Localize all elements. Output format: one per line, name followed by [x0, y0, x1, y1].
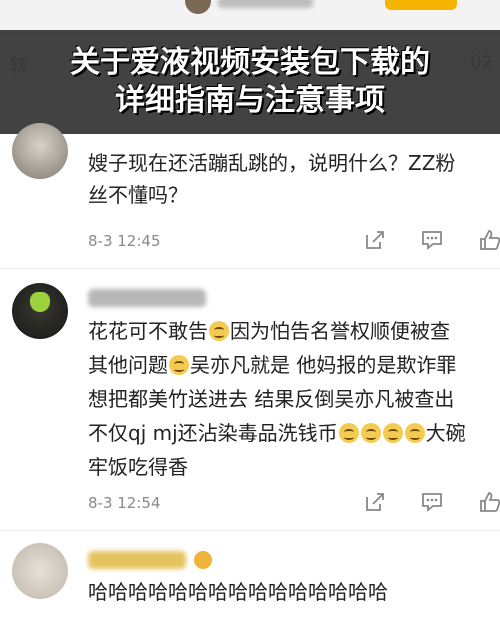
emoji-icon: [360, 423, 381, 443]
comment-icon[interactable]: [421, 229, 443, 251]
top-avatar[interactable]: [185, 0, 211, 14]
comment-text-line: 其他问题 吴亦凡就是 他妈报的是欺诈罪: [88, 353, 457, 377]
comment-text-line: 不仅qj mj还沾染毒品洗钱币 大碗: [88, 421, 466, 445]
avatar[interactable]: [12, 543, 68, 599]
username-blurred: [88, 551, 186, 569]
avatar[interactable]: [12, 123, 68, 179]
comment-text-line: 想把都美竹送进去 结果反倒吴亦凡被查出: [88, 387, 455, 411]
divider: [0, 268, 500, 269]
banner-title-line-2: 详细指南与注意事项: [115, 83, 385, 118]
comment-text-line: 牢饭吃得香: [88, 455, 188, 479]
avatar[interactable]: [12, 283, 68, 339]
comment-timestamp: 8-3 12:54: [88, 494, 161, 512]
emoji-icon: [209, 321, 229, 341]
username-blurred: [88, 289, 206, 307]
badge-icon: [194, 551, 212, 569]
comment-text-line: 丝不懂吗？: [88, 183, 188, 207]
comment-text-line: 哈哈哈哈哈哈哈哈哈哈哈哈哈哈哈: [88, 580, 388, 604]
share-icon[interactable]: [364, 491, 386, 513]
comment-text-line: 花花可不敢告 因为怕告名誉权顺便被查: [88, 319, 450, 343]
top-username-blurred: [218, 0, 313, 8]
banner-title-line-1: 关于爱液视频安装包下载的: [70, 45, 430, 80]
comment-icon[interactable]: [421, 491, 443, 513]
title-banner: 关于爱液视频安装包下载的 详细指南与注意事项: [0, 30, 500, 134]
thumbs-up-icon[interactable]: [479, 229, 500, 251]
share-icon[interactable]: [364, 229, 386, 251]
emoji-icon: [382, 423, 403, 443]
thumbs-up-icon[interactable]: [479, 491, 500, 513]
follow-button[interactable]: [385, 0, 457, 10]
comment-text-line: 嫂子现在还活蹦乱跳的，说明什么？ZZ粉: [88, 151, 456, 175]
emoji-icon: [404, 423, 425, 443]
emoji-icon: [338, 423, 359, 443]
comment-timestamp: 8-3 12:45: [88, 232, 161, 250]
emoji-icon: [169, 355, 189, 375]
divider: [0, 530, 500, 531]
